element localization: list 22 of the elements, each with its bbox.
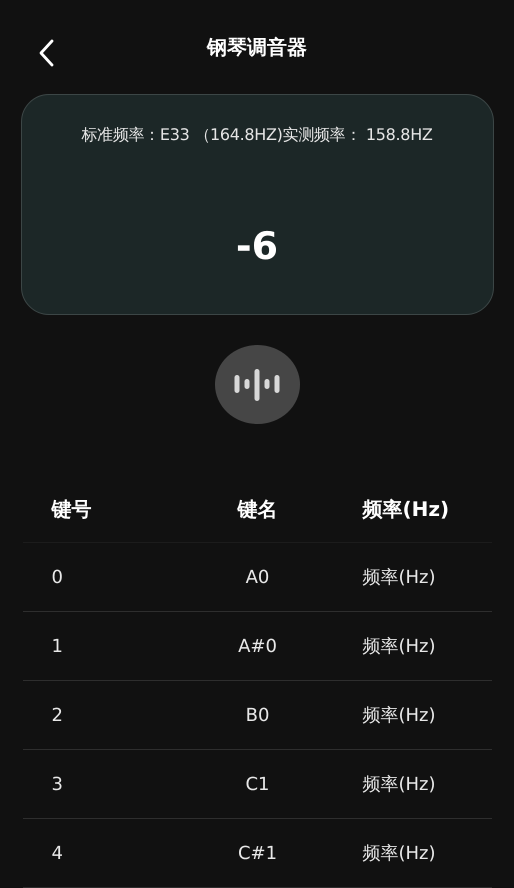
table-cell-text: 4: [50, 842, 64, 864]
back-icon: [38, 39, 54, 67]
table-cell-text: 0: [50, 566, 64, 588]
table-cell-text: 频率(Hz): [362, 773, 437, 796]
column-header: 频率(Hz): [361, 496, 450, 522]
table-cell-text: B0: [244, 704, 270, 726]
table-cell-text: C1: [244, 774, 271, 794]
table-cell-text: A#0: [237, 636, 278, 656]
table-cell-text: 2: [50, 704, 64, 726]
table-cell-text: 频率(Hz): [362, 704, 437, 727]
deviation-value: -6: [236, 224, 278, 268]
column-header: 键号: [50, 496, 92, 522]
table-cell-text: 频率(Hz): [362, 842, 437, 865]
table-cell-text: C#1: [236, 842, 278, 864]
frequency-info: 标准频率：E33 （164.8HZ)实测频率： 158.8HZ: [81, 125, 433, 146]
table-cell-text: 1: [50, 636, 64, 656]
table-cell-text: 3: [50, 774, 64, 794]
table-cell-text: 频率(Hz): [362, 635, 437, 658]
table-cell-text: 频率(Hz): [362, 566, 437, 589]
column-header: 键名: [236, 496, 278, 522]
page-title: 钢琴调音器: [207, 34, 307, 61]
table-cell-text: A0: [244, 566, 270, 588]
